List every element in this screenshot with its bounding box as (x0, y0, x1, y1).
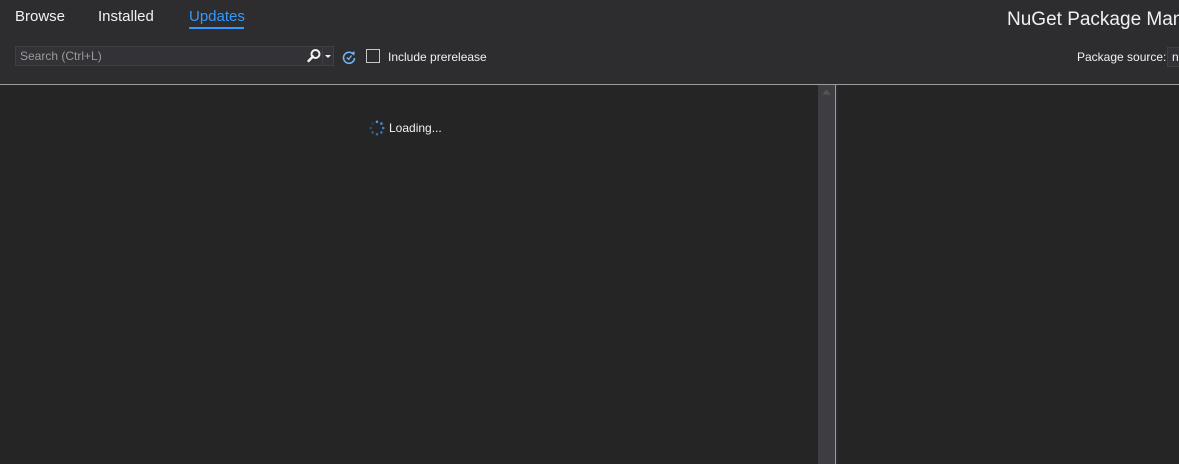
include-prerelease-label: Include prerelease (388, 50, 487, 64)
page-title: NuGet Package Man (1007, 9, 1179, 30)
package-source-label: Package source: (1077, 50, 1167, 64)
scroll-up-arrow-icon[interactable] (822, 88, 831, 96)
tab-browse[interactable]: Browse (15, 8, 65, 25)
search-options-dropdown[interactable] (323, 46, 334, 66)
nuget-package-manager: Browse Installed Updates NuGet Package M… (0, 0, 1179, 464)
chevron-down-icon (325, 55, 331, 58)
tab-installed[interactable]: Installed (98, 8, 154, 25)
search-input[interactable] (16, 47, 301, 65)
search-box (15, 46, 323, 66)
active-tab-indicator (189, 27, 244, 29)
tab-updates[interactable]: Updates (189, 8, 245, 25)
loading-text: Loading... (389, 121, 442, 135)
list-scrollbar[interactable] (818, 85, 835, 464)
refresh-icon[interactable] (341, 49, 357, 65)
package-list: Loading... (0, 85, 818, 464)
package-detail-pane (838, 85, 1179, 464)
include-prerelease-checkbox[interactable] (366, 49, 380, 63)
loading-spinner-icon (369, 120, 385, 136)
search-icon[interactable] (306, 48, 322, 64)
package-source-select[interactable]: n (1167, 47, 1179, 67)
